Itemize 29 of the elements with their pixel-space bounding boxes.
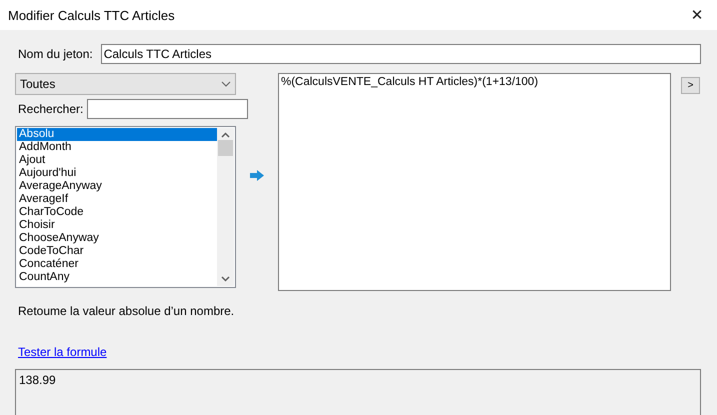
token-name-field[interactable]: Calculs TTC Articles — [100, 44, 701, 64]
function-item[interactable]: AverageIf — [17, 193, 217, 206]
window-title: Modifier Calculs TTC Articles — [8, 8, 175, 22]
function-item[interactable]: CharToCode — [17, 206, 217, 219]
function-item[interactable]: Choisir — [17, 219, 217, 232]
token-name-label: Nom du jeton: — [18, 47, 93, 61]
scroll-down-icon[interactable] — [221, 276, 230, 282]
scroll-up-icon[interactable] — [221, 132, 230, 138]
function-description: Retoume la valeur absolue d’un nombre. — [17, 304, 236, 318]
function-item[interactable]: Ajout — [17, 154, 217, 167]
function-item[interactable]: Absolu — [17, 128, 217, 141]
function-item[interactable]: Aujourd'hui — [17, 167, 217, 180]
category-dropdown[interactable]: Toutes — [15, 73, 236, 95]
function-item[interactable]: CountAny — [17, 271, 217, 284]
function-item[interactable]: AddMonth — [17, 141, 217, 154]
test-formula-link[interactable]: Tester la formule — [15, 345, 107, 359]
scrollbar-thumb[interactable] — [218, 140, 233, 156]
function-item[interactable]: Concaténer — [17, 258, 217, 271]
function-item[interactable]: ChooseAnyway — [17, 232, 217, 245]
search-field[interactable] — [87, 99, 248, 119]
function-item[interactable]: CodeToChar — [17, 245, 217, 258]
close-button[interactable]: ✕ — [677, 0, 717, 30]
expand-button[interactable]: > — [681, 77, 700, 94]
function-item[interactable]: AverageAnyway — [17, 180, 217, 193]
formula-field[interactable]: %(CalculsVENTE_Calculs HT Articles)*(1+13/100) — [278, 73, 671, 291]
arrow-right-icon[interactable] — [249, 168, 265, 182]
search-label: Rechercher: — [18, 102, 84, 116]
chevron-icon — [221, 81, 231, 87]
result-field: 138.99 — [15, 369, 701, 415]
